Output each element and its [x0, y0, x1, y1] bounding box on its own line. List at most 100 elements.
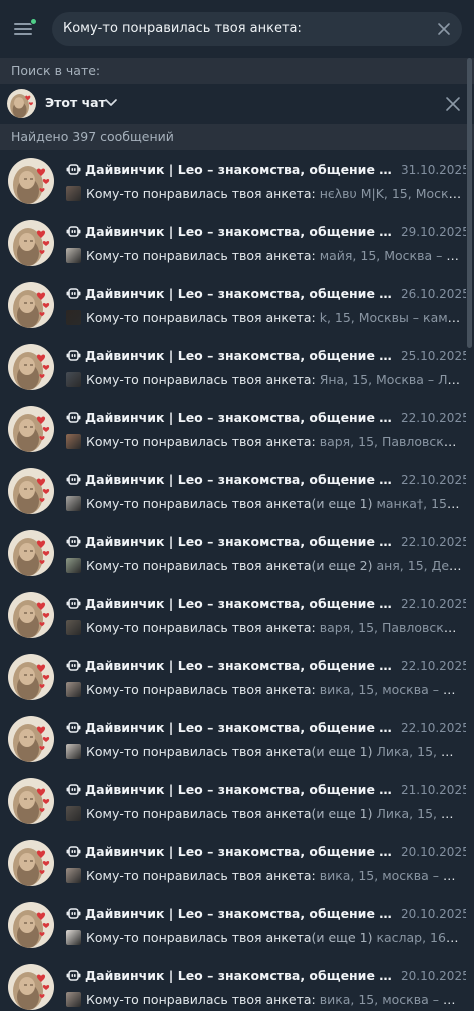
message-text: Кому-то понравилась твоя анкета — [86, 744, 312, 759]
chat-title: Дайвинчик | Leo – знакомства, общение и … — [85, 658, 393, 673]
message-date: 20.10.2025 — [401, 969, 466, 983]
menu-icon[interactable] — [12, 18, 37, 40]
chat-avatar — [8, 282, 54, 328]
message-preview: Кому-то понравилась твоя анкета: k, 15, … — [86, 310, 462, 325]
bot-icon — [66, 348, 81, 363]
bot-icon — [66, 844, 81, 859]
search-result-item[interactable]: Дайвинчик | Leo – знакомства, общение и … — [0, 212, 466, 274]
bot-icon — [66, 410, 81, 425]
search-in-chat-label: Поиск в чате: — [11, 63, 101, 78]
message-preview: Кому-то понравилась твоя анкета(и еще 1)… — [86, 806, 462, 821]
chat-title: Дайвинчик | Leo – знакомства, общение и … — [85, 596, 393, 611]
message-text: Кому-то понравилась твоя анкета: — [86, 868, 316, 883]
message-text: Кому-то понравилась твоя анкета: — [86, 434, 316, 449]
chat-title: Дайвинчик | Leo – знакомства, общение и … — [85, 782, 393, 797]
chat-title: Дайвинчик | Leo – знакомства, общение и … — [85, 720, 393, 735]
message-preview: Кому-то понравилась твоя анкета: вика, 1… — [86, 992, 462, 1007]
bot-icon — [66, 720, 81, 735]
message-preview: Кому-то понравилась твоя анкета: вика, 1… — [86, 868, 462, 883]
bot-icon — [66, 906, 81, 921]
message-detail: Лика, 15, Моск... — [376, 744, 462, 759]
message-date: 22.10.2025 — [401, 597, 466, 611]
chat-avatar — [8, 530, 54, 576]
results-count: Найдено 397 сообщений — [11, 129, 174, 144]
search-result-item[interactable]: Дайвинчик | Leo – знакомства, общение и … — [0, 460, 466, 522]
message-detail: Лика, 15, Моск... — [376, 806, 462, 821]
message-detail: варя, 15, Павловский П... — [319, 434, 462, 449]
message-text: Кому-то понравилась твоя анкета: — [86, 992, 316, 1007]
photo-thumbnail — [66, 372, 81, 387]
chat-title: Дайвинчик | Leo – знакомства, общение и … — [85, 534, 393, 549]
photo-thumbnail — [66, 930, 81, 945]
scrollbar-thumb[interactable] — [467, 58, 472, 348]
search-result-item[interactable]: Дайвинчик | Leo – знакомства, общение и … — [0, 336, 466, 398]
notification-dot — [30, 18, 37, 25]
photo-thumbnail — [66, 620, 81, 635]
message-preview: Кому-то понравилась твоя анкета: варя, 1… — [86, 434, 462, 449]
chat-avatar — [8, 654, 54, 700]
message-date: 22.10.2025 — [401, 535, 466, 549]
search-result-item[interactable]: Дайвинчик | Leo – знакомства, общение и … — [0, 646, 466, 708]
photo-thumbnail — [66, 310, 81, 325]
message-date: 29.10.2025 — [401, 225, 466, 239]
search-result-item[interactable]: Дайвинчик | Leo – знакомства, общение и … — [0, 398, 466, 460]
message-extra: (и еще 1) — [311, 496, 373, 511]
chat-avatar — [8, 716, 54, 762]
message-text: Кому-то понравилась твоя анкета: — [86, 682, 316, 697]
search-input[interactable]: Кому-то понравилась твоя анкета: — [52, 12, 462, 46]
bot-icon — [66, 534, 81, 549]
chat-title: Дайвинчик | Leo – знакомства, общение и … — [85, 224, 393, 239]
bot-icon — [66, 162, 81, 177]
search-result-item[interactable]: Дайвинчик | Leo – знакомства, общение и … — [0, 584, 466, 646]
bot-icon — [66, 968, 81, 983]
close-icon[interactable] — [444, 95, 462, 113]
search-result-item[interactable]: Дайвинчик | Leo – знакомства, общение и … — [0, 150, 466, 212]
chat-avatar — [8, 840, 54, 886]
chat-title: Дайвинчик | Leo – знакомства, общение и … — [85, 906, 393, 921]
message-date: 22.10.2025 — [401, 659, 466, 673]
message-text: Кому-то понравилась твоя анкета: — [86, 620, 316, 635]
search-result-item[interactable]: Дайвинчик | Leo – знакомства, общение и … — [0, 832, 466, 894]
message-date: 20.10.2025 — [401, 845, 466, 859]
chevron-down-icon[interactable] — [104, 97, 118, 109]
search-result-item[interactable]: Дайвинчик | Leo – знакомства, общение и … — [0, 522, 466, 584]
message-text: Кому-то понравилась твоя анкета — [86, 930, 312, 945]
chat-avatar — [8, 964, 54, 1010]
chat-avatar — [8, 592, 54, 638]
search-result-item[interactable]: Дайвинчик | Leo – знакомства, общение и … — [0, 956, 466, 1011]
message-text: Кому-то понравилась твоя анкета: — [86, 372, 316, 387]
chat-avatar — [8, 220, 54, 266]
message-text: Кому-то понравилась твоя анкета: — [86, 248, 316, 263]
message-preview: Кому-то понравилась твоя анкета: варя, 1… — [86, 620, 462, 635]
photo-thumbnail — [66, 744, 81, 759]
chat-title: Дайвинчик | Leo – знакомства, общение и … — [85, 286, 393, 301]
message-preview: Кому-то понравилась твоя анкета(и еще 1)… — [86, 496, 462, 511]
search-result-item[interactable]: Дайвинчик | Leo – знакомства, общение и … — [0, 708, 466, 770]
message-detail: каслар, 16, Мос... — [376, 930, 462, 945]
bot-icon — [66, 782, 81, 797]
search-result-item[interactable]: Дайвинчик | Leo – знакомства, общение и … — [0, 894, 466, 956]
scrollbar[interactable] — [467, 58, 472, 1011]
chat-title: Дайвинчик | Leo – знакомства, общение и … — [85, 472, 393, 487]
message-detail: вика, 15, москва – в дек... — [319, 992, 462, 1007]
chat-filter[interactable]: Этот чат — [0, 84, 474, 124]
chat-avatar — [8, 778, 54, 824]
message-date: 26.10.2025 — [401, 287, 466, 301]
search-result-item[interactable]: Дайвинчик | Leo – знакомства, общение и … — [0, 274, 466, 336]
search-in-chat-header: Поиск в чате: — [0, 58, 474, 84]
chat-avatar — [8, 406, 54, 452]
photo-thumbnail — [66, 558, 81, 573]
message-preview: Кому-то понравилась твоя анкета(и еще 1)… — [86, 930, 462, 945]
message-text: Кому-то понравилась твоя анкета: — [86, 310, 316, 325]
photo-thumbnail — [66, 434, 81, 449]
message-extra: (и еще 1) — [311, 806, 373, 821]
bot-icon — [66, 596, 81, 611]
photo-thumbnail — [66, 868, 81, 883]
close-icon[interactable] — [436, 21, 452, 37]
search-result-item[interactable]: Дайвинчик | Leo – знакомства, общение и … — [0, 770, 466, 832]
chat-filter-label: Этот чат — [45, 95, 106, 110]
chat-title: Дайвинчик | Leo – знакомства, общение и … — [85, 844, 393, 859]
photo-thumbnail — [66, 248, 81, 263]
message-preview: Кому-то понравилась твоя анкета(и еще 1)… — [86, 744, 462, 759]
message-detail: вика, 15, москва – в дек... — [319, 868, 462, 883]
